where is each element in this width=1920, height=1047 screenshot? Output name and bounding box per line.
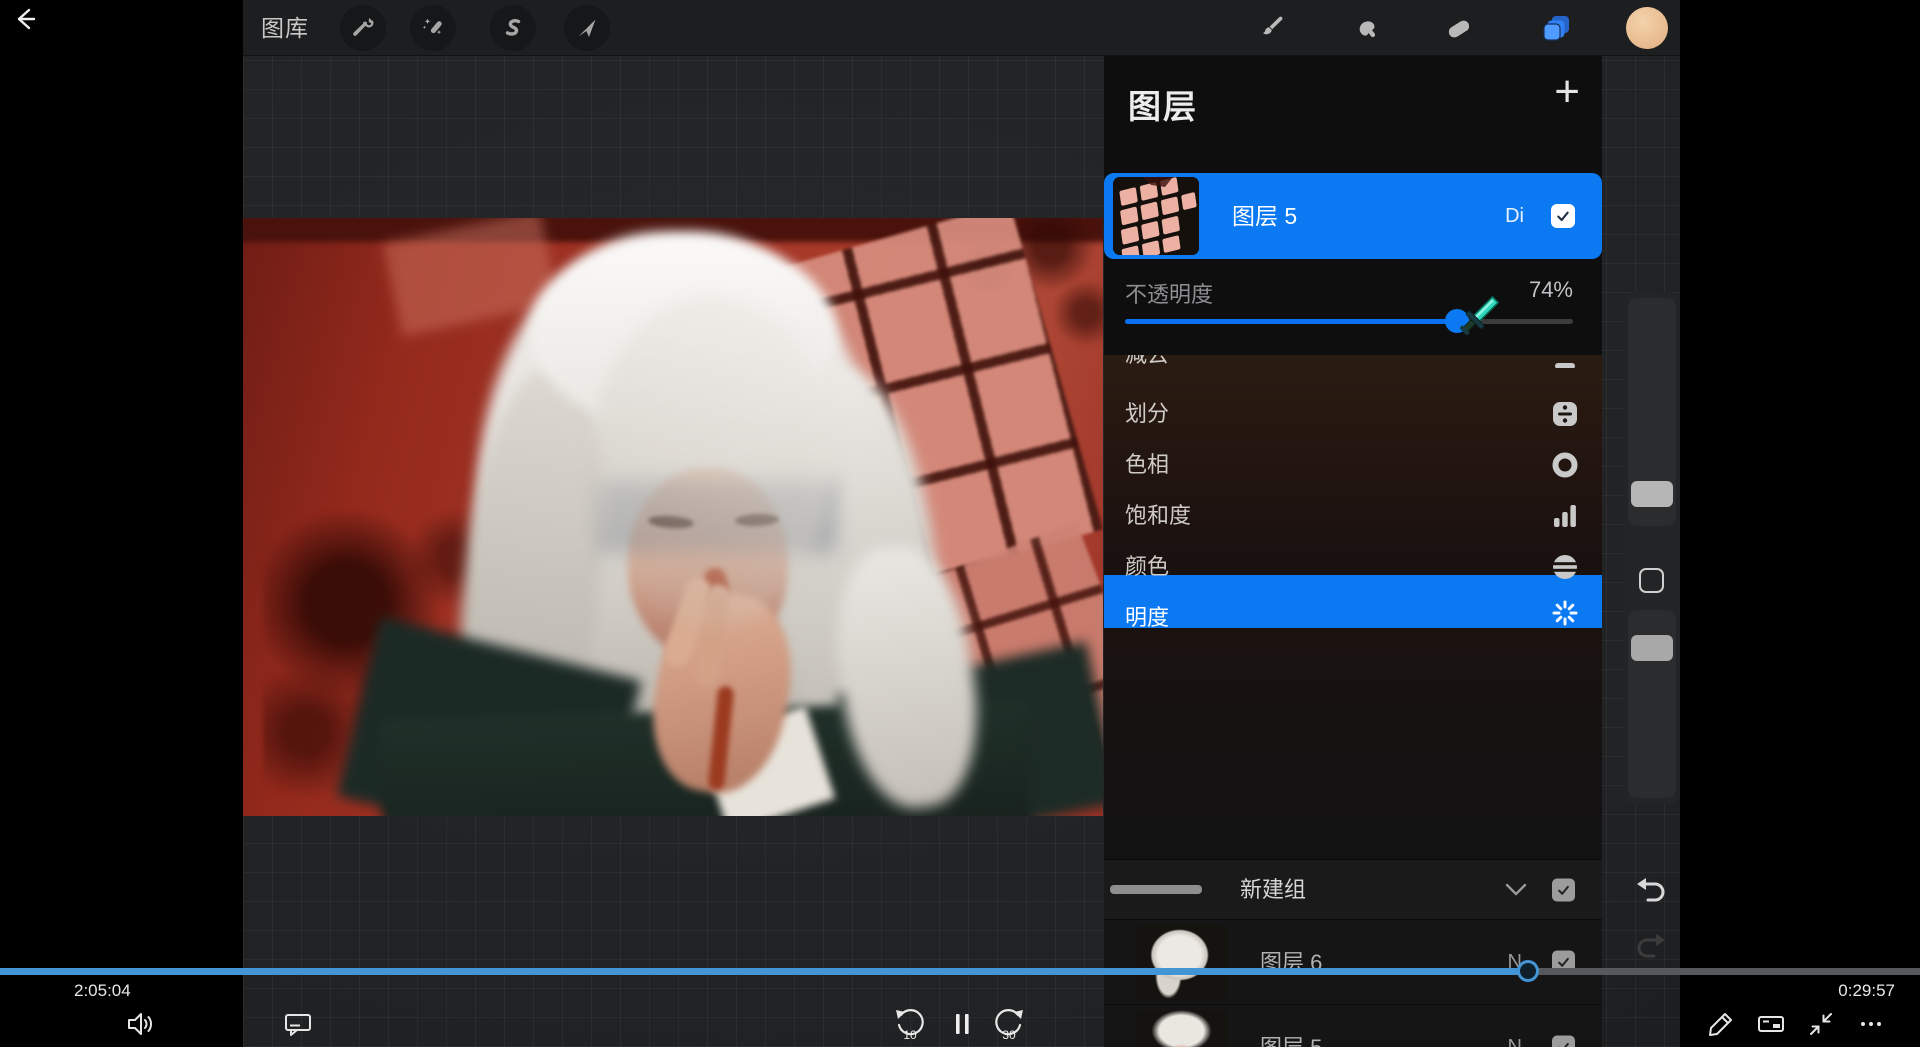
pause-icon	[947, 1009, 977, 1039]
group-thumbnail-bar	[1110, 885, 1202, 894]
back-button[interactable]	[10, 4, 40, 34]
subtitles-icon	[282, 1008, 314, 1040]
chevron-down-icon[interactable]	[1504, 880, 1528, 900]
blend-mode-item-luminosity[interactable]: 明度	[1104, 592, 1602, 628]
pointer-cursor-sword	[1452, 289, 1506, 343]
blend-mode-item-subtract[interactable]: 减去	[1104, 355, 1602, 380]
transform-button[interactable]	[564, 5, 610, 51]
opacity-label: 不透明度	[1125, 277, 1213, 309]
keyboard-button[interactable]	[1753, 1006, 1789, 1042]
ellipsis-icon	[1856, 1009, 1886, 1039]
layer-name: 图层 5	[1260, 1005, 1322, 1047]
keyboard-icon	[1755, 1008, 1787, 1040]
layer-blend-mode-badge[interactable]: Di	[1505, 173, 1524, 259]
blend-mode-item-color[interactable]: 颜色	[1104, 541, 1602, 592]
saturation-bars-icon	[1552, 503, 1578, 529]
blend-mode-item-hue[interactable]: 色相	[1104, 439, 1602, 490]
layer-thumbnail	[1135, 925, 1228, 1000]
panel-body	[1104, 628, 1602, 859]
undo-button[interactable]	[1633, 874, 1669, 910]
brush-size-handle[interactable]	[1631, 481, 1673, 507]
color-stripes-icon	[1552, 554, 1578, 580]
opacity-value: 74%	[1529, 277, 1573, 303]
transform-arrow-icon	[575, 16, 599, 40]
modify-button[interactable]	[1639, 568, 1664, 593]
skip-forward-button[interactable]: 30	[991, 1006, 1027, 1042]
brush-icon	[1259, 15, 1285, 41]
eraser-tool-button[interactable]	[1436, 5, 1482, 51]
layers-panel: 图层 + 图层 5 D	[1104, 56, 1602, 1047]
divide-square-icon	[1552, 401, 1578, 427]
brush-opacity-handle[interactable]	[1631, 635, 1673, 661]
layer-blend-mode-badge[interactable]: N	[1508, 1005, 1522, 1047]
redo-icon	[1633, 930, 1669, 966]
blend-mode-item-divide[interactable]: 划分	[1104, 388, 1602, 439]
layer-visibility-checkbox[interactable]	[1552, 1036, 1575, 1047]
collapse-arrows-icon	[1806, 1009, 1836, 1039]
layer-visibility-checkbox[interactable]	[1551, 204, 1575, 228]
layer-name: 图层 5	[1232, 173, 1297, 259]
skip-back-button[interactable]: 10	[892, 1006, 928, 1042]
layers-panel-title: 图层	[1128, 80, 1198, 128]
smudge-tool-button[interactable]	[1345, 5, 1391, 51]
undo-icon	[1633, 874, 1669, 910]
video-player: 图库	[0, 0, 1920, 1047]
annotate-button[interactable]	[1703, 1006, 1739, 1042]
wrench-icon	[351, 16, 375, 40]
selection-button[interactable]	[490, 5, 536, 51]
hue-ring-icon	[1552, 452, 1578, 478]
smudge-finger-icon	[1355, 15, 1381, 41]
redo-button[interactable]	[1633, 930, 1669, 966]
actions-button[interactable]	[340, 5, 386, 51]
blend-mode-list: 减去 划分 色相 饱	[1104, 355, 1602, 628]
procreate-app-frame: 图库	[243, 0, 1680, 1047]
sidebar-slider-strip	[1624, 292, 1680, 804]
volume-icon	[124, 1008, 156, 1040]
arrow-left-icon	[10, 4, 40, 34]
seek-bar-progress	[0, 968, 1528, 975]
gallery-button[interactable]: 图库	[261, 0, 309, 56]
more-options-button[interactable]	[1853, 1006, 1889, 1042]
adjustments-button[interactable]	[410, 5, 456, 51]
layers-panel-button[interactable]	[1534, 5, 1580, 51]
active-color-swatch[interactable]	[1626, 7, 1668, 49]
pencil-icon	[1706, 1009, 1736, 1039]
subtitles-button[interactable]	[280, 1006, 316, 1042]
add-layer-button[interactable]: +	[1554, 70, 1580, 114]
layers-icon	[1542, 13, 1572, 43]
minus-circle-icon	[1552, 355, 1578, 368]
layer-row-selected[interactable]: 图层 5 Di	[1104, 173, 1602, 259]
opacity-slider-fill	[1125, 319, 1457, 324]
canvas-artwork	[243, 218, 1103, 816]
app-toolbar: 图库	[243, 0, 1680, 56]
volume-button[interactable]	[122, 1006, 158, 1042]
luminosity-burst-icon	[1552, 600, 1578, 626]
layer-thumbnail	[1113, 177, 1199, 255]
selection-s-icon	[501, 16, 525, 40]
group-name: 新建组	[1240, 860, 1306, 920]
layer-thumbnail	[1135, 1010, 1228, 1047]
pause-button[interactable]	[944, 1006, 980, 1042]
group-visibility-checkbox[interactable]	[1552, 878, 1575, 901]
skip-forward-30-icon: 30	[992, 1007, 1026, 1041]
eraser-icon	[1445, 14, 1473, 42]
seek-bar[interactable]	[0, 968, 1920, 975]
remaining-time: 0:29:57	[1838, 981, 1895, 1001]
layer-name: 图层 6	[1260, 920, 1322, 1005]
exit-fullscreen-button[interactable]	[1803, 1006, 1839, 1042]
magic-wand-icon	[421, 16, 445, 40]
layer-row[interactable]: 图层 5 N	[1104, 1004, 1602, 1047]
group-row[interactable]: 新建组	[1104, 859, 1602, 919]
current-time: 2:05:04	[74, 981, 131, 1001]
brush-tool-button[interactable]	[1249, 5, 1295, 51]
blend-mode-item-saturation[interactable]: 饱和度	[1104, 490, 1602, 541]
skip-back-10-icon: 10	[893, 1007, 927, 1041]
